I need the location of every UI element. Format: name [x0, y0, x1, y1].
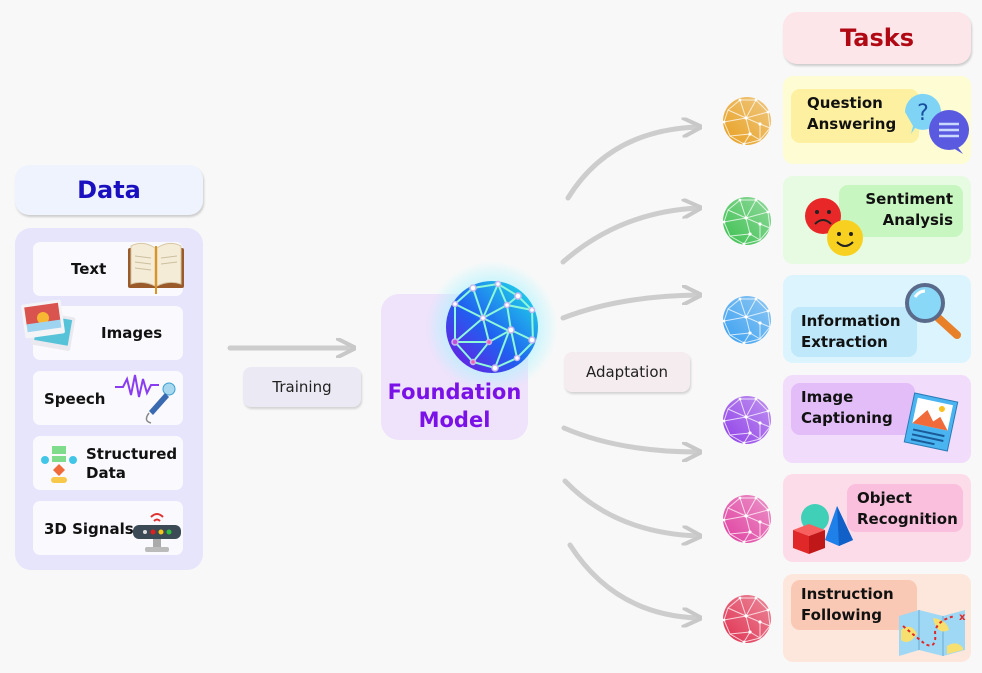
- foundation-model-globe-icon: [426, 261, 558, 393]
- svg-text:x: x: [959, 612, 966, 623]
- task-label-line1: Question: [807, 94, 883, 112]
- foundation-model-line2: Model: [418, 408, 491, 432]
- task-card-image-captioning: Image Captioning: [783, 375, 971, 463]
- task-label-line2: Answering: [807, 115, 897, 133]
- data-item-label: Images: [101, 324, 163, 342]
- book-icon: [128, 242, 184, 294]
- data-panel: Text Images Speech Structured Data 3D Si…: [15, 228, 203, 570]
- data-item-label: 3D Signals: [44, 520, 134, 538]
- data-item-speech: Speech: [33, 371, 183, 425]
- adapt-arrow-6: [567, 542, 698, 618]
- svg-text:?: ?: [917, 101, 929, 126]
- task-label: Information Extraction: [791, 307, 917, 357]
- task-card-information-extraction: Information Extraction: [783, 275, 971, 363]
- tasks-title: Tasks: [839, 24, 914, 52]
- task-card-object-recognition: Object Recognition: [783, 474, 971, 562]
- task-card-question-answering: Question Answering ?: [783, 76, 971, 164]
- adaptation-label-box: Adaptation: [564, 352, 690, 392]
- task-globe-icon: [722, 595, 771, 644]
- data-item-label: Speech: [44, 390, 106, 408]
- data-item-label: Structured: [86, 445, 178, 463]
- task-globe-icon: [722, 296, 771, 345]
- adapt-arrow-2: [560, 208, 698, 265]
- data-item-structured-data: Structured Data: [33, 436, 183, 490]
- data-item-text: Text: [33, 242, 184, 296]
- training-label-box: Training: [243, 367, 361, 407]
- data-item-label: Data: [86, 464, 126, 482]
- chat-question-icon: ?: [904, 93, 969, 154]
- foundation-model-label: Foundation Model: [381, 378, 528, 434]
- task-globe-icon: [722, 495, 771, 544]
- foundation-model-line1: Foundation: [387, 380, 522, 404]
- magnifier-icon: [905, 283, 961, 339]
- data-header: Data: [15, 165, 203, 215]
- tasks-header: Tasks: [783, 12, 971, 64]
- shapes-icon: [793, 504, 853, 554]
- task-card-sentiment-analysis: Sentiment Analysis: [783, 176, 971, 264]
- data-item-label: Text: [71, 260, 107, 278]
- training-label: Training: [272, 378, 332, 396]
- task-label-line2: Captioning: [801, 409, 893, 427]
- task-label: Object Recognition: [847, 484, 963, 532]
- task-label-line2: Recognition: [857, 510, 958, 528]
- adaptation-label: Adaptation: [585, 363, 669, 381]
- task-label-line1: Instruction: [801, 585, 894, 603]
- treasure-map-icon: x: [899, 610, 966, 656]
- task-label-line2: Following: [801, 606, 882, 624]
- task-label: Question Answering: [791, 89, 919, 143]
- photos-icon: [21, 299, 76, 351]
- data-title: Data: [77, 176, 141, 204]
- flowchart-icon: [41, 446, 77, 483]
- task-label-line1: Object: [857, 489, 912, 507]
- data-item-images: Images: [21, 299, 183, 360]
- task-label-line1: Image: [801, 388, 854, 406]
- picture-card-icon: [903, 392, 959, 452]
- adapt-arrow-4: [561, 425, 698, 452]
- adapt-arrow-5: [562, 478, 698, 536]
- adapt-arrow-3: [560, 295, 698, 321]
- emoji-faces-icon: [805, 198, 863, 256]
- data-item-3d-signals: 3D Signals: [33, 501, 183, 555]
- task-label-line1: Information: [801, 312, 901, 330]
- adapt-arrow-1: [565, 127, 698, 201]
- task-globe-icon: [722, 197, 771, 246]
- task-globe-icon: [722, 97, 771, 146]
- task-label: Image Captioning: [791, 383, 915, 435]
- task-globe-icon: [722, 396, 771, 445]
- task-card-instruction-following: Instruction Following x: [783, 574, 971, 662]
- microphone-icon: [115, 374, 176, 424]
- task-label-line2: Extraction: [801, 333, 888, 351]
- router-icon: [133, 513, 181, 552]
